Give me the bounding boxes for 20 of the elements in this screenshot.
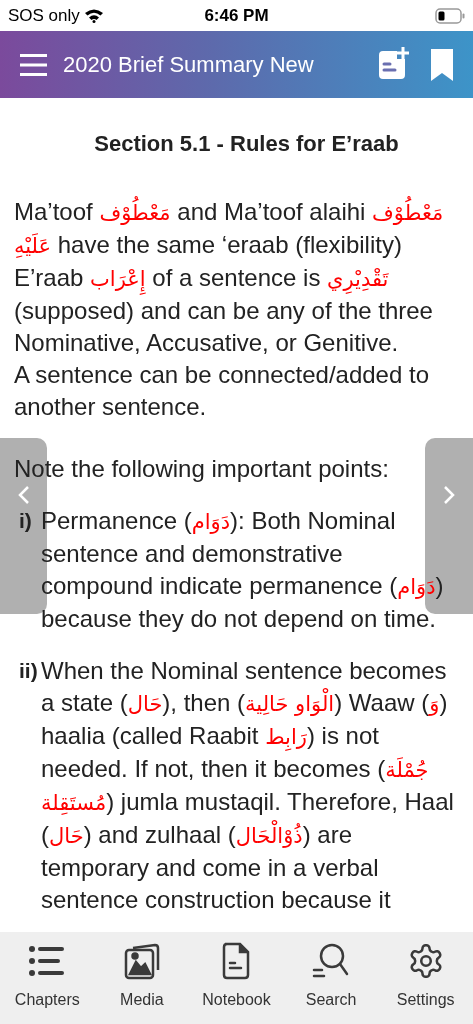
search-icon [312,942,351,980]
chevron-left-icon [17,486,30,504]
menu-icon[interactable] [20,53,47,76]
clock-text: 6:46 PM [204,4,269,27]
body-paragraph: A sentence can be connected/added to another sentence. [14,360,430,422]
wifi-icon [83,8,104,23]
section-title: Section 5.1 - Rules for E’raab [93,130,400,158]
tab-button[interactable]: Chapters [2,942,93,1012]
bookmark-icon[interactable] [431,48,453,81]
tab-button[interactable]: Notebook [191,942,282,1012]
list-marker: i) [19,508,33,534]
tab-button[interactable]: Settings [380,942,471,1012]
carrier-text: SOS only [8,4,80,27]
tab-button[interactable]: Search [286,942,377,1012]
tab-button[interactable]: Media [96,942,187,1012]
header-title: 2020 Brief Summary New [63,51,315,79]
list-marker: ii) [19,658,39,684]
image-stack-icon [122,942,161,980]
battery-icon [435,7,465,24]
chevron-right-icon [443,486,455,504]
